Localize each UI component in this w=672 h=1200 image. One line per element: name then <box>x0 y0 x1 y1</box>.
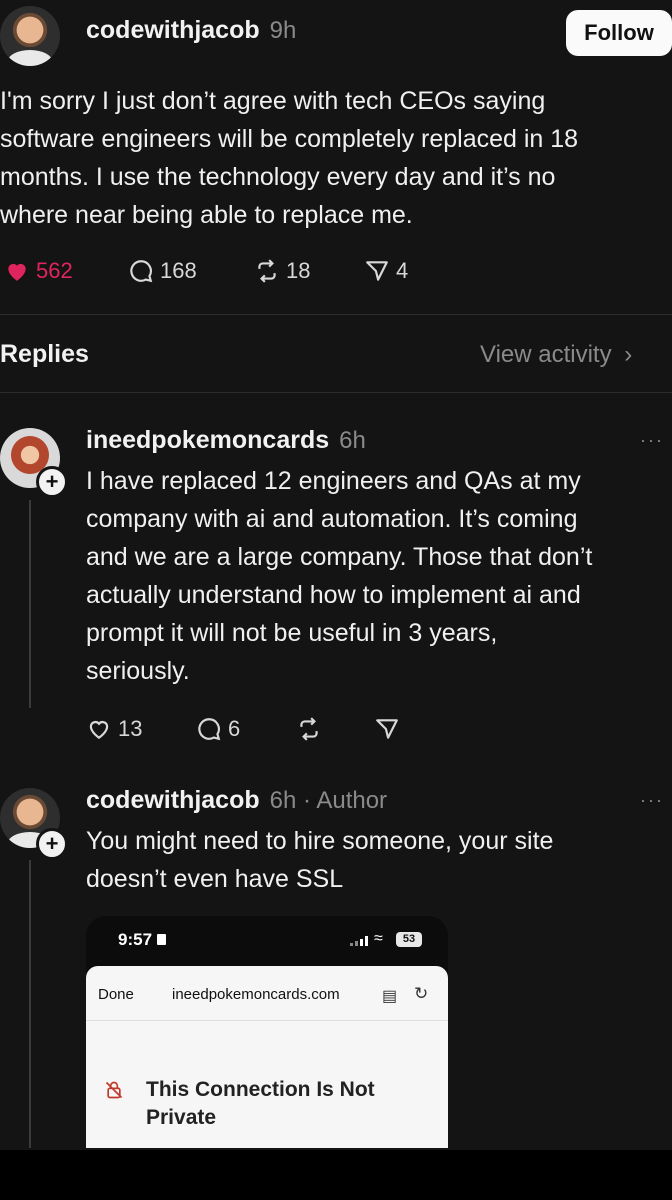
reply-line: and we are a large company. Those that d… <box>86 543 593 571</box>
author-avatar[interactable] <box>0 6 60 66</box>
warning-title: This Connection Is Not Private <box>146 1078 375 1129</box>
signal-icon <box>350 936 368 946</box>
reply-line: I have replaced 12 engineers and QAs at … <box>86 467 581 495</box>
warning-lock-icon <box>104 1080 124 1100</box>
replies-title: Replies <box>0 340 89 368</box>
reload-icon[interactable]: ↻ <box>414 984 428 1004</box>
reply-line: actually understand how to implement ai … <box>86 581 581 609</box>
reply-username[interactable]: codewithjacob <box>86 786 260 814</box>
lock-icon <box>157 934 167 945</box>
reply-body: You might need to hire someone, your sit… <box>86 822 672 898</box>
divider <box>86 1020 448 1021</box>
post-line: I'm sorry I just don’t agree with tech C… <box>0 87 546 115</box>
author-username[interactable]: codewithjacob <box>86 16 260 44</box>
follow-plus-icon[interactable]: + <box>36 466 68 498</box>
reply-line: prompt it will not be useful in 3 years, <box>86 619 498 647</box>
comment-count: 6 <box>228 716 241 741</box>
repost-button[interactable]: 18 <box>254 258 310 284</box>
repost-icon <box>258 259 276 283</box>
reply-line: doesn’t even have SSL <box>86 865 344 893</box>
post-line: months. I use the technology every day a… <box>0 163 556 191</box>
reply-line: You might need to hire someone, your sit… <box>86 827 554 855</box>
battery-icon: 53 <box>396 932 422 947</box>
divider <box>0 314 672 315</box>
more-options-icon[interactable]: ··· <box>640 790 664 811</box>
post-time: 9h <box>269 17 297 44</box>
wifi-icon: ≈ <box>374 930 383 947</box>
view-activity-label: View activity <box>480 341 612 368</box>
follow-button[interactable]: Follow <box>566 10 672 56</box>
reply-time: 6h <box>339 427 366 454</box>
send-icon <box>376 719 398 739</box>
comment-button[interactable]: 6 <box>196 716 240 742</box>
url-bar[interactable]: ineedpokemoncards.com <box>172 986 340 1003</box>
repost-button[interactable] <box>296 716 328 742</box>
reply-time: 6h · Author <box>269 787 388 814</box>
bottom-black-bar <box>0 1150 672 1200</box>
like-button[interactable]: 13 <box>86 716 142 742</box>
reply-header: codewithjacob 6h · Author <box>86 786 387 815</box>
post-body: I'm sorry I just don’t agree with tech C… <box>0 82 672 234</box>
share-count: 4 <box>396 258 409 283</box>
status-clock: 9:57 <box>118 930 167 950</box>
threads-post-page: codewithjacob 9h Follow I'm sorry I just … <box>0 0 672 1200</box>
post-header: codewithjacob 9h <box>86 16 296 45</box>
like-count: 562 <box>36 258 73 283</box>
view-activity-link[interactable]: View activity › <box>480 341 632 369</box>
thread-line <box>29 860 31 1148</box>
share-button[interactable] <box>374 716 406 742</box>
reply-body: I have replaced 12 engineers and QAs at … <box>86 462 672 690</box>
share-button[interactable]: 4 <box>364 258 408 284</box>
thread-line <box>29 500 31 708</box>
post-line: software engineers will be completely re… <box>0 125 579 153</box>
reply-username[interactable]: ineedpokemoncards <box>86 426 329 454</box>
done-button[interactable]: Done <box>98 986 134 1003</box>
comment-count: 168 <box>160 258 197 283</box>
post-line: where near being able to replace me. <box>0 201 413 229</box>
heart-outline-icon <box>89 721 109 739</box>
comment-button[interactable]: 168 <box>128 258 197 284</box>
comment-icon <box>130 260 153 283</box>
battery-level: 53 <box>402 933 416 945</box>
repost-icon <box>300 717 318 741</box>
reader-icon[interactable]: ▤ <box>382 986 397 1006</box>
attached-screenshot[interactable]: 9:57 ≈ 53 Done ineedpokemoncards.com ▤ ↻… <box>86 916 448 1148</box>
follow-plus-icon[interactable]: + <box>36 828 68 860</box>
send-icon <box>366 261 388 281</box>
more-options-icon[interactable]: ··· <box>640 430 664 451</box>
reply-line: company with ai and automation. It’s com… <box>86 505 578 533</box>
like-button[interactable]: 562 <box>4 258 73 284</box>
reply-line: seriously. <box>86 657 190 685</box>
heart-filled-icon <box>8 263 26 281</box>
like-count: 13 <box>118 716 143 741</box>
comment-icon <box>198 718 221 741</box>
divider <box>0 392 672 393</box>
browser-sheet: Done ineedpokemoncards.com ▤ ↻ This Conn… <box>86 966 448 1148</box>
reply-header: ineedpokemoncards 6h <box>86 426 366 455</box>
repost-count: 18 <box>286 258 311 283</box>
chevron-right-icon: › <box>624 341 633 368</box>
